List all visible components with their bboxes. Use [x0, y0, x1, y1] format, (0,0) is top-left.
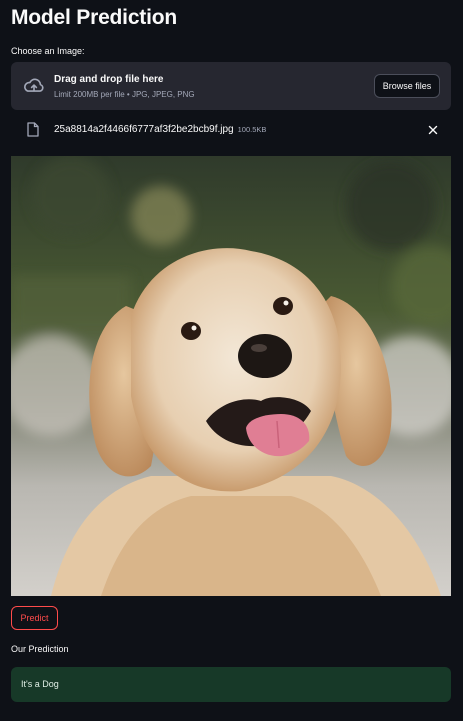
- app-page: Model Prediction Choose an Image: Drag a…: [0, 0, 463, 721]
- uploaded-file-name: 25a8814a2f4466f6777af3f2be2bcb9f.jpg 100.…: [54, 124, 266, 135]
- file-size: 100.5KB: [237, 125, 267, 134]
- prediction-result-text: It's a Dog: [21, 679, 59, 689]
- predict-button[interactable]: Predict: [11, 606, 58, 630]
- file-dropzone[interactable]: Drag and drop file here Limit 200MB per …: [11, 62, 451, 110]
- file-name-text: 25a8814a2f4466f6777af3f2be2bcb9f.jpg: [54, 124, 234, 135]
- dropzone-title: Drag and drop file here: [54, 74, 164, 85]
- remove-file-icon[interactable]: [426, 123, 440, 137]
- uploader-label: Choose an Image:: [11, 46, 85, 56]
- file-icon: [27, 122, 39, 137]
- page-title: Model Prediction: [11, 6, 177, 29]
- prediction-heading: Our Prediction: [11, 644, 69, 654]
- uploaded-file-row: 25a8814a2f4466f6777af3f2be2bcb9f.jpg 100.…: [11, 118, 451, 144]
- dropzone-limit-text: Limit 200MB per file • JPG, JPEG, PNG: [54, 90, 195, 99]
- uploaded-image: [11, 156, 451, 596]
- prediction-result-box: It's a Dog: [11, 667, 451, 702]
- dog-photo: [11, 156, 451, 596]
- browse-files-button[interactable]: Browse files: [374, 74, 440, 98]
- cloud-upload-icon: [24, 78, 44, 92]
